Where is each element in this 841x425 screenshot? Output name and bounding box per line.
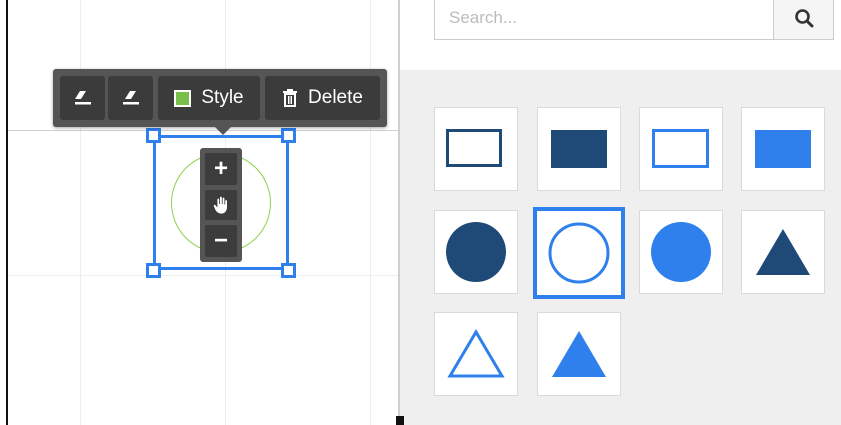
circle-outline-blue-icon <box>548 222 610 284</box>
style-button[interactable]: Style <box>158 76 260 120</box>
triangle-filled-blue-icon <box>552 331 606 377</box>
grid-line <box>80 0 81 425</box>
grid-line <box>370 0 371 425</box>
rectangle-filled-blue-icon <box>755 130 811 168</box>
style-swatch <box>174 89 192 107</box>
shape-tile-triangle-filled-blue[interactable] <box>537 312 621 396</box>
zoom-in-button[interactable]: + <box>205 153 237 185</box>
zoom-out-label: − <box>213 227 228 254</box>
resize-handle-bottom-left[interactable] <box>146 263 161 278</box>
pan-hand-icon <box>212 195 228 215</box>
grid-line <box>8 275 398 276</box>
align-right-button[interactable] <box>108 76 153 120</box>
shape-tile-rectangle-outline-dark[interactable] <box>434 107 518 191</box>
panel-resize-handle[interactable] <box>396 416 404 425</box>
search-input[interactable] <box>434 0 774 40</box>
shape-library-panel <box>400 0 841 425</box>
canvas-guide-line <box>8 130 398 131</box>
triangle-outline-blue-icon <box>447 329 505 378</box>
shape-tile-circle-filled-dark[interactable] <box>434 210 518 294</box>
triangle-filled-dark-icon <box>756 229 810 275</box>
trash-icon <box>283 89 298 107</box>
zoom-in-label: + <box>213 155 228 182</box>
search-icon <box>794 9 813 28</box>
shape-toolbar: Style Delete <box>53 69 387 135</box>
pan-button[interactable] <box>205 190 237 220</box>
circle-filled-dark-icon <box>446 222 506 282</box>
shape-tile-rectangle-filled-blue[interactable] <box>741 107 825 191</box>
rectangle-outline-blue-icon <box>652 129 709 168</box>
search-bar-area <box>400 0 841 70</box>
text-align-right-icon <box>122 91 139 105</box>
resize-handle-top-left[interactable] <box>146 128 161 143</box>
shape-tile-triangle-filled-dark[interactable] <box>741 210 825 294</box>
align-left-button[interactable] <box>60 76 105 120</box>
shape-tile-rectangle-outline-blue[interactable] <box>639 107 723 191</box>
resize-handle-bottom-right[interactable] <box>281 263 296 278</box>
shape-tile-triangle-outline-blue[interactable] <box>434 312 518 396</box>
canvas-border <box>6 0 8 425</box>
shape-tile-circle-filled-blue[interactable] <box>639 210 723 294</box>
delete-button-label: Delete <box>308 87 363 108</box>
zoom-out-button[interactable]: − <box>205 225 237 257</box>
rectangle-filled-dark-icon <box>551 130 607 168</box>
shape-tile-rectangle-filled-dark[interactable] <box>537 107 621 191</box>
circle-filled-blue-icon <box>651 222 711 282</box>
resize-handle-top-right[interactable] <box>281 128 296 143</box>
diagram-canvas[interactable]: + − Style Delete <box>0 0 400 425</box>
text-align-left-icon <box>74 91 91 105</box>
shape-tile-circle-outline-blue[interactable] <box>533 207 625 299</box>
style-button-label: Style <box>201 87 244 108</box>
rectangle-outline-dark-icon <box>446 129 502 167</box>
zoom-pan-control: + − <box>200 148 242 262</box>
delete-button[interactable]: Delete <box>265 76 380 120</box>
search-button[interactable] <box>774 0 834 40</box>
